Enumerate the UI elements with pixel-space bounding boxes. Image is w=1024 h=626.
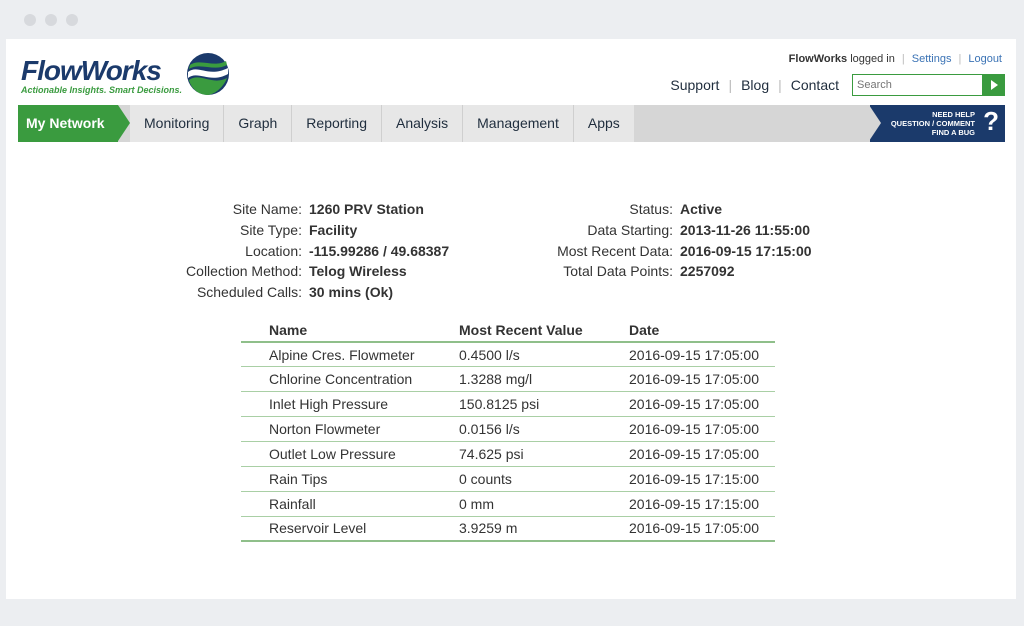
table-row[interactable]: Outlet Low Pressure 74.625 psi 2016-09-15 … [241, 441, 775, 467]
table-row[interactable]: Alpine Cres. Flowmeter 0.4500 l/s 2016-09-… [241, 342, 775, 368]
user-bar: FlowWorks logged in | Settings | Logout [788, 53, 1002, 65]
info-row: Location: -115.99286 / 49.68387 [156, 241, 449, 262]
col-header-date[interactable]: Date [629, 319, 775, 343]
table-row[interactable]: Rain Tips 0 counts 2016-09-15 17:15:00 [241, 466, 775, 492]
info-row: Data Starting: 2013-11-26 11:55:00 [506, 220, 812, 241]
logged-in-text: logged in [850, 53, 895, 65]
flowworks-logo[interactable]: FlowWorks Actionable Insights. Smart Dec… [21, 52, 236, 97]
nav-items: Monitoring Graph Reporting Analysis Mana… [130, 105, 634, 142]
table-row[interactable]: Norton Flowmeter 0.0156 l/s 2016-09-15 17:… [241, 416, 775, 443]
info-row: Collection Method: Telog Wireless [156, 261, 449, 282]
info-row: Status: Active [506, 199, 812, 220]
support-link[interactable]: Support [670, 77, 719, 93]
search-input[interactable] [852, 74, 983, 96]
nav-graph[interactable]: Graph [224, 105, 293, 142]
nav-analysis[interactable]: Analysis [382, 105, 464, 142]
site-info-left: Site Name: 1260 PRV Station Site Type: Fac… [156, 199, 449, 303]
nav-management[interactable]: Management [463, 105, 574, 142]
window-dot-icon[interactable] [24, 14, 36, 26]
top-nav: Support | Blog | Contact [670, 77, 839, 93]
info-row: Site Name: 1260 PRV Station [156, 199, 449, 220]
info-row: Most Recent Data: 2016-09-15 17:15:00 [506, 241, 812, 262]
help-button[interactable]: NEED HELP QUESTION / COMMENT FIND A BUG … [869, 105, 1005, 142]
table-row[interactable]: Inlet High Pressure 150.8125 psi 2016-09-1… [241, 391, 775, 418]
username: FlowWorks [788, 53, 848, 65]
logo-globe-icon [187, 53, 229, 95]
data-starting-value: 2013-11-26 11:55:00 [680, 221, 810, 238]
nav-apps[interactable]: Apps [574, 105, 634, 142]
logo-tagline: Actionable Insights. Smart Decisions. [21, 85, 183, 95]
nav-reporting[interactable]: Reporting [292, 105, 382, 142]
site-info-right: Status: Active Data Starting: 2013-11-26 1… [506, 199, 812, 282]
help-text: NEED HELP QUESTION / COMMENT FIND A BUG [890, 110, 975, 137]
info-row: Scheduled Calls: 30 mins (Ok) [156, 282, 449, 303]
site-name-value: 1260 PRV Station [309, 201, 424, 217]
total-data-points-value: 2257092 [680, 263, 735, 280]
settings-link[interactable]: Settings [912, 53, 952, 65]
table-row[interactable]: Chlorine Concentration 1.3288 mg/l 2016-09… [241, 366, 775, 393]
search-go-button[interactable] [983, 74, 1005, 96]
channels-table: Name Most Recent Value Date Alpine Cres.… [241, 319, 775, 543]
most-recent-data-value: 2016-09-15 17:15:00 [680, 242, 812, 259]
window-dot-icon[interactable] [66, 14, 78, 26]
logout-link[interactable]: Logout [968, 53, 1002, 65]
question-mark-icon: ? [983, 106, 999, 136]
table-header-row: Name Most Recent Value Date [241, 319, 775, 343]
search-box [852, 74, 1005, 96]
col-header-name[interactable]: Name [241, 319, 459, 343]
blog-link[interactable]: Blog [741, 77, 769, 93]
window-dot-icon[interactable] [45, 14, 57, 26]
collection-method-value: Telog Wireless [309, 263, 407, 280]
main-nav: My Network Monitoring Graph Reporting An… [18, 105, 1005, 142]
table-row[interactable]: Rainfall 0 mm 2016-09-15 17:15:00 [241, 491, 775, 517]
contact-link[interactable]: Contact [791, 77, 839, 93]
status-value: Active [680, 201, 723, 217]
app-page: FlowWorks Actionable Insights. Smart Dec… [6, 39, 1016, 599]
info-row: Site Type: Facility [156, 220, 449, 241]
nav-my-network[interactable]: My Network [18, 105, 130, 142]
scheduled-calls-value: 30 mins (Ok) [309, 284, 394, 301]
nav-monitoring[interactable]: Monitoring [130, 105, 225, 142]
location-value: -115.99286 / 49.68387 [309, 242, 450, 259]
table-row[interactable]: Reservoir Level 3.9259 m 2016-09-15 17:05:… [241, 516, 775, 543]
site-type-value: Facility [309, 221, 358, 238]
logo-wordmark: FlowWorks [21, 55, 162, 86]
info-row: Total Data Points: 2257092 [506, 261, 812, 282]
col-header-value[interactable]: Most Recent Value [459, 319, 629, 343]
window-controls [24, 14, 78, 26]
